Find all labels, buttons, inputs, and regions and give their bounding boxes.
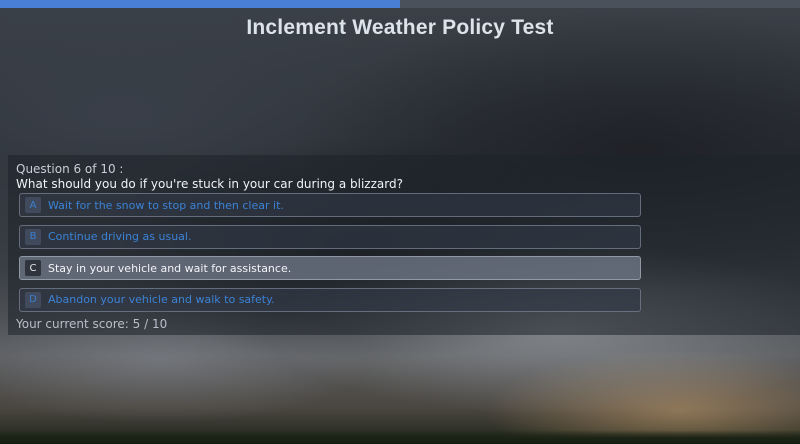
question-text: What should you do if you're stuck in yo…	[16, 177, 403, 191]
page-title: Inclement Weather Policy Test	[246, 16, 554, 39]
answer-option-c[interactable]: C Stay in your vehicle and wait for assi…	[19, 256, 641, 280]
progress-bar	[0, 0, 800, 8]
answer-letter-badge: D	[25, 291, 41, 308]
answer-text: Abandon your vehicle and walk to safety.	[48, 293, 275, 306]
answer-text: Wait for the snow to stop and then clear…	[48, 198, 284, 212]
answer-text: Continue driving as usual.	[48, 230, 192, 243]
answer-option-b[interactable]: B Continue driving as usual.	[19, 224, 641, 249]
answer-option-d[interactable]: D Abandon your vehicle and walk to safet…	[19, 287, 641, 312]
answer-text: Stay in your vehicle and wait for assist…	[48, 261, 292, 275]
treeline	[0, 430, 800, 444]
answer-list: A Wait for the snow to stop and then cle…	[19, 193, 641, 319]
current-score: Your current score: 5 / 10	[16, 317, 168, 331]
answer-letter-badge: B	[25, 228, 41, 245]
answer-letter-badge: C	[25, 260, 41, 276]
progress-fill	[0, 0, 400, 8]
answer-letter-badge: A	[25, 197, 41, 213]
answer-option-a[interactable]: A Wait for the snow to stop and then cle…	[19, 193, 641, 217]
question-number: Question 6 of 10 :	[16, 162, 124, 176]
